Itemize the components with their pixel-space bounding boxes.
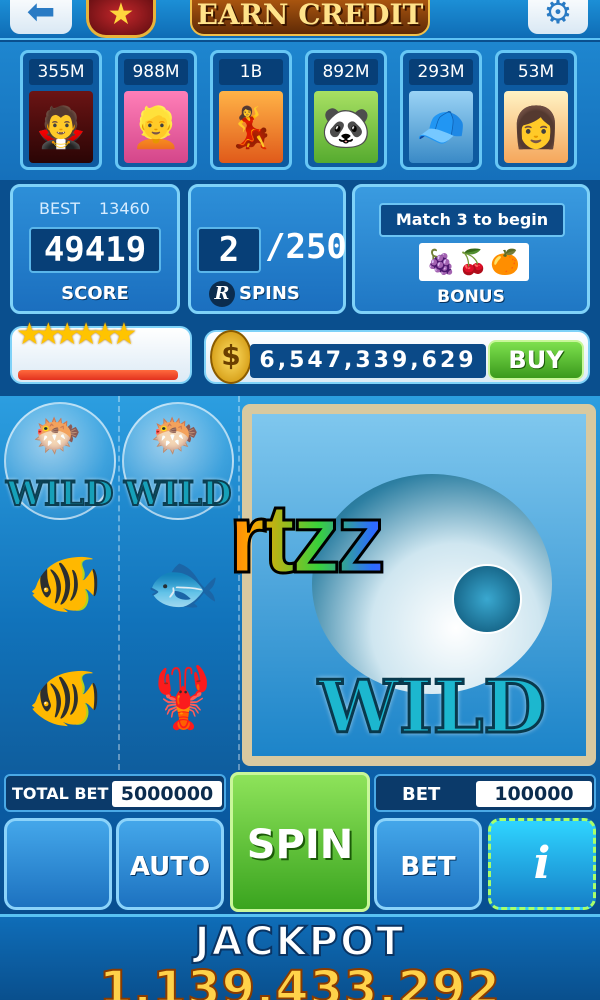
- spins-label: SPINS: [239, 283, 300, 304]
- bet-value: 100000: [476, 781, 592, 807]
- blonde-woman-avatar: 👱: [124, 91, 188, 163]
- total-bet-label: TOTAL BET: [12, 784, 109, 803]
- wild-label: WILD: [5, 473, 114, 515]
- bet-button[interactable]: BET: [374, 818, 482, 910]
- player-amount: 988M: [124, 59, 188, 85]
- score-panel: BEST 13460 49419 SCORE: [10, 184, 180, 314]
- player-amount: 293M: [409, 59, 473, 85]
- jackpot-label: JACKPOT: [194, 918, 406, 966]
- bonus-panel[interactable]: Match 3 to begin 🍇🍒🍊 BONUS: [352, 184, 590, 314]
- spins-current: 2: [197, 227, 261, 273]
- panda-avatar: 🐼: [314, 91, 378, 163]
- best-value: 13460: [99, 199, 150, 218]
- level-bar: ★★★★★★: [10, 320, 192, 384]
- back-button[interactable]: ⬅: [10, 0, 72, 34]
- info-button[interactable]: i: [488, 818, 596, 910]
- balance-value: 6,547,339,629: [250, 344, 486, 378]
- player-amount: 1B: [219, 59, 283, 85]
- total-bet-box: TOTAL BET 5000000: [4, 774, 226, 812]
- angelfish-icon: 🐠: [27, 662, 103, 733]
- player-amount: 53M: [504, 59, 568, 85]
- coin-icon: $: [210, 330, 252, 384]
- best-label: BEST: [39, 199, 81, 218]
- settings-button[interactable]: ⚙: [528, 0, 588, 34]
- gear-icon: ⚙: [543, 0, 573, 31]
- player-amount: 355M: [29, 59, 93, 85]
- player-amount: 892M: [314, 59, 378, 85]
- player-card[interactable]: 53M 👩: [495, 50, 577, 170]
- star-badge-icon[interactable]: ★: [86, 0, 156, 38]
- auto-button[interactable]: AUTO: [116, 818, 224, 910]
- score-value: 49419: [29, 227, 161, 273]
- boy-cap-avatar: 🧢: [409, 91, 473, 163]
- watermark-overlay: rtzz: [170, 487, 440, 590]
- redhead-avatar: 👩: [504, 91, 568, 163]
- earn-credit-button[interactable]: EARN CREDIT: [190, 0, 430, 36]
- pufferfish-icon: 🐡: [150, 413, 200, 459]
- balance-bar: $ 6,547,339,629 BUY: [204, 330, 590, 384]
- r-logo-icon: R: [209, 281, 235, 307]
- jackpot-banner: JACKPOT 1,139,433,292: [0, 914, 600, 1000]
- buy-button[interactable]: BUY: [488, 340, 584, 380]
- arrow-left-icon: ⬅: [26, 0, 56, 32]
- player-card[interactable]: 293M 🧢: [400, 50, 482, 170]
- bonus-label: BONUS: [437, 287, 505, 307]
- player-card[interactable]: 1B 💃: [210, 50, 292, 170]
- star-rating-icon: ★★★★★★: [16, 317, 137, 352]
- spin-button[interactable]: SPIN: [230, 772, 370, 912]
- bonus-hint: Match 3 to begin: [379, 203, 565, 237]
- empty-button[interactable]: [4, 818, 112, 910]
- vampire-avatar: 🧛: [29, 91, 93, 163]
- xp-progress-bar: [18, 370, 178, 380]
- cherry-icon: 🍒: [458, 248, 490, 276]
- fruit-icons: 🍇🍒🍊: [419, 243, 529, 281]
- big-wild-label: WILD: [317, 663, 548, 751]
- spins-total: /250: [265, 227, 347, 267]
- lobster-icon: 🦞: [145, 662, 221, 733]
- bet-box: BET 100000: [374, 774, 596, 812]
- total-bet-value: 5000000: [112, 781, 222, 807]
- plum-icon: 🍇: [426, 248, 459, 276]
- spins-panel: 2 /250 R SPINS: [188, 184, 347, 314]
- score-label: SCORE: [61, 283, 129, 304]
- jackpot-value: 1,139,433,292: [98, 960, 501, 1000]
- angelfish-icon: 🐠: [27, 548, 103, 619]
- wild-symbol: 🐡 WILD: [4, 402, 120, 522]
- player-card[interactable]: 988M 👱: [115, 50, 197, 170]
- bet-label: BET: [402, 784, 441, 805]
- player-card[interactable]: 355M 🧛: [20, 50, 102, 170]
- dancer-avatar: 💃: [219, 91, 283, 163]
- pufferfish-icon: 🐡: [32, 413, 82, 459]
- player-card[interactable]: 892M 🐼: [305, 50, 387, 170]
- sunfish-eye: [452, 564, 522, 634]
- orange-icon: 🍊: [489, 248, 522, 276]
